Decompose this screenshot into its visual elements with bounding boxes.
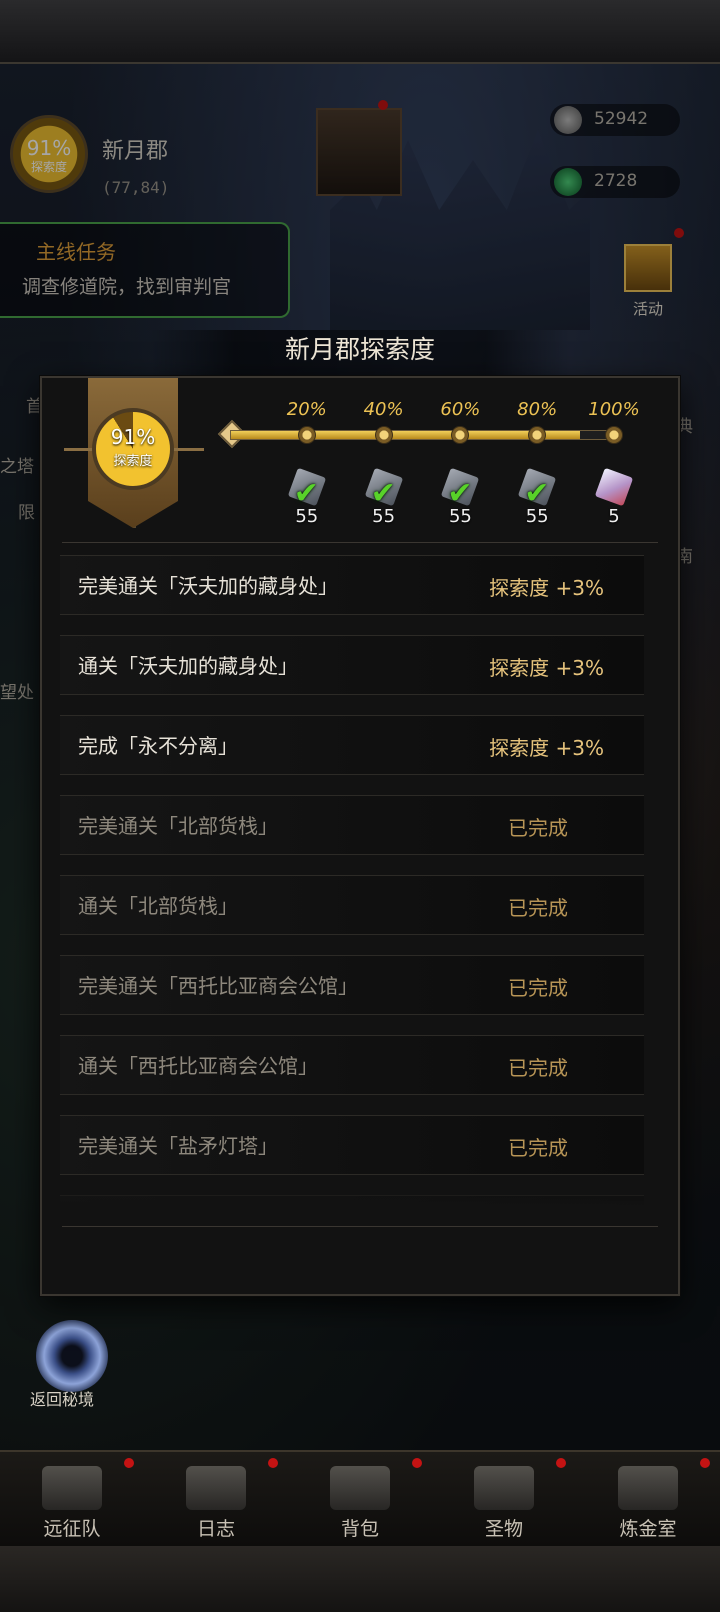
milestone-reward[interactable]: ✔ 55 [361,467,407,527]
task-status: 已完成 [508,896,568,920]
milestone-track [230,430,614,440]
nav-notification-dot [700,1458,710,1468]
nav-label: 炼金室 [619,1518,677,1540]
nav-item-4[interactable]: 炼金室 [576,1452,720,1548]
task-name: 完美通关「盐矛灯塔」 [78,1134,278,1158]
milestone-label: 20% [286,399,327,420]
milestone-label: 80% [517,399,558,420]
nav-item-3[interactable]: 圣物 [432,1452,576,1548]
task-list[interactable]: 完美通关「沃夫加的藏身处」 探索度 +3% 通关「沃夫加的藏身处」 探索度 +3% 完成… [60,555,660,1207]
nav-notification-dot [412,1458,422,1468]
reward-count: 55 [525,506,549,527]
nav-item-0[interactable]: 远征队 [0,1452,144,1548]
return-portal-icon[interactable] [36,1320,108,1392]
nav-label: 远征队 [43,1518,101,1540]
backpack-icon [330,1466,390,1510]
reward-count: 55 [448,506,472,527]
task-name: 完美通关「北部货栈」 [78,814,278,838]
bottom-nav: 远征队 日志 背包 圣物 炼金室 [0,1450,720,1546]
nav-label: 圣物 [484,1518,523,1540]
modal-title: 新月郡探索度 [284,335,435,364]
milestone-node [451,426,470,444]
milestone-reward[interactable]: ✔ 55 [437,467,483,527]
divider [62,1226,658,1227]
task-row[interactable]: 完美通关「沃夫加的藏身处」 探索度 +3% [60,555,644,615]
nav-item-1[interactable]: 日志 [144,1452,288,1548]
milestone-label: 60% [440,399,481,420]
nav-notification-dot [556,1458,566,1468]
task-row[interactable]: 通关「西托比亚商会公馆」 已完成 [60,1035,644,1095]
milestone-label: 100% [588,399,640,420]
task-status: 探索度 +3% [489,736,604,760]
milestone-node [297,426,316,444]
list-fade [60,1178,660,1208]
nav-notification-dot [124,1458,134,1468]
task-row[interactable]: 通关「沃夫加的藏身处」 探索度 +3% [60,635,644,695]
top-frame [0,0,720,64]
task-row[interactable]: 完美通关「西托比亚商会公馆」 已完成 [60,955,644,1015]
exploration-progress-emblem: 91% 探索度 [92,408,174,490]
task-status: 探索度 +3% [489,656,604,680]
reward-count: 5 [608,506,620,527]
task-name: 完美通关「西托比亚商会公馆」 [78,974,358,998]
milestone-label: 40% [363,399,404,420]
relic-icon [474,1466,534,1510]
task-row[interactable]: 完美通关「盐矛灯塔」 已完成 [60,1115,644,1175]
milestone-node [528,426,547,444]
journal-icon [186,1466,246,1510]
nav-label: 背包 [340,1518,379,1540]
milestone-reward[interactable]: ✔ 55 [284,467,330,527]
task-status: 已完成 [508,816,568,840]
nav-label: 日志 [196,1518,235,1540]
exploration-progress-percent: 91% [110,425,156,449]
bottom-frame [0,1546,720,1612]
task-row[interactable]: 完美通关「北部货栈」 已完成 [60,795,644,855]
task-status: 已完成 [508,1056,568,1080]
alchemy-icon [618,1466,678,1510]
return-portal-label[interactable]: 返回秘境 [30,1386,94,1410]
nav-item-2[interactable]: 背包 [288,1452,432,1548]
milestone-reward[interactable]: 5 [591,467,637,527]
task-name: 通关「北部货栈」 [78,894,238,918]
task-name: 完美通关「沃夫加的藏身处」 [78,574,338,598]
task-name: 通关「西托比亚商会公馆」 [78,1054,318,1078]
milestone-node [605,426,623,444]
task-status: 已完成 [508,976,568,1000]
exploration-progress-label: 探索度 [113,454,153,469]
task-status: 探索度 +3% [489,576,604,600]
task-name: 完成「永不分离」 [78,734,238,758]
nav-notification-dot [268,1458,278,1468]
task-status: 已完成 [508,1136,568,1160]
crystal-icon [594,467,634,507]
reward-count: 55 [372,506,396,527]
milestone-node [374,426,393,444]
helmet-icon [42,1466,102,1510]
task-name: 通关「沃夫加的藏身处」 [78,654,298,678]
milestone-reward[interactable]: ✔ 55 [514,467,560,527]
reward-count: 55 [295,506,319,527]
task-row[interactable]: 完成「永不分离」 探索度 +3% [60,715,644,775]
exploration-modal: 91% 探索度 20% ✔ 55 40% ✔ 55 60% ✔ 55 80% ✔ 55 100% 5 完美… [40,376,680,1296]
divider [62,542,658,543]
task-row[interactable]: 通关「北部货栈」 已完成 [60,875,644,935]
